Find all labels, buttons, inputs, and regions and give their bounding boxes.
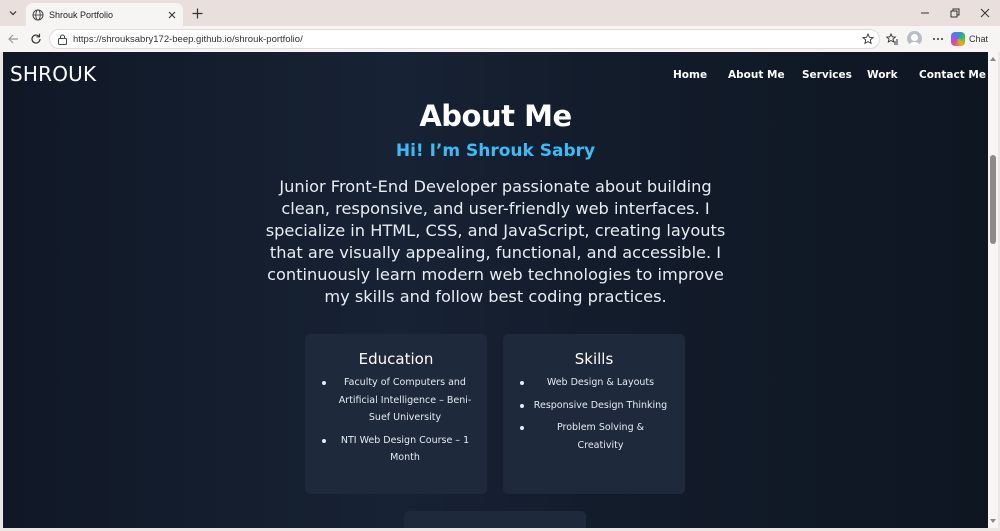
favorites-icon [885,32,898,44]
profile-avatar[interactable] [907,31,922,46]
star-icon [862,33,874,45]
back-button[interactable] [5,31,21,47]
copilot-chat-button[interactable]: Chat [951,30,988,48]
close-window-button[interactable] [976,4,994,22]
restore-icon [950,8,960,18]
minimize-icon [921,12,929,14]
browser-tab[interactable]: Shrouk Portfolio [26,3,183,26]
more-icon [933,38,943,40]
tab-close-button[interactable] [165,8,179,22]
new-tab-button[interactable] [189,5,205,21]
chevron-down-icon [9,11,17,16]
skills-list: Web Design & Layouts Responsive Design T… [520,374,668,459]
tab-title: Shrouk Portfolio [49,9,114,20]
tab-list-button[interactable] [4,4,22,22]
restore-button[interactable] [946,4,964,22]
section-heading: About Me [419,99,572,133]
copilot-label: Chat [969,34,989,44]
browser-toolbar: https://shrouksabry172-beep.github.io/sh… [0,26,1000,52]
list-item: Responsive Design Thinking [520,397,668,415]
education-title: Education [358,350,434,368]
caret-up-icon [990,57,996,61]
globe-icon [32,9,44,21]
plus-icon [192,8,202,18]
favorites-button[interactable] [884,31,900,47]
reload-icon [31,33,41,44]
scroll-up-arrow[interactable] [990,56,996,62]
nav-link-about-me[interactable]: About Me [728,69,785,81]
nav-link-work[interactable]: Work [867,69,898,81]
scroll-down-arrow[interactable] [990,518,996,524]
reload-button[interactable] [28,31,44,47]
list-item: Web Design & Layouts [520,374,668,392]
copilot-icon [951,32,965,46]
partial-card [404,511,586,528]
education-card: Education Faculty of Computers and Artif… [305,334,487,494]
skills-title: Skills [574,350,614,368]
caret-down-icon [990,519,996,523]
minimize-button[interactable] [916,4,934,22]
nav-link-home[interactable]: Home [673,69,707,81]
nav-link-contact-me[interactable]: Contact Me [919,69,986,81]
favorite-star-button[interactable] [861,32,875,46]
close-icon [168,11,176,18]
list-item: Problem Solving & Creativity [520,419,668,454]
list-item: NTI Web Design Course – 1 Month [322,432,475,467]
intro-paragraph: Junior Front-End Developer passionate ab… [265,177,726,306]
education-list: Faculty of Computers and Artificial Inte… [322,374,475,472]
greeting-subheading: Hi! I’m Shrouk Sabry [395,141,596,161]
skills-card: Skills Web Design & Layouts Responsive D… [503,334,685,494]
url-text[interactable]: https://shrouksabry172-beep.github.io/sh… [73,34,303,45]
page-viewport: SHROUK Home About Me Services Work Conta… [3,52,988,528]
address-bar[interactable]: https://shrouksabry172-beep.github.io/sh… [49,29,880,49]
nav-link-services[interactable]: Services [802,69,852,81]
site-logo[interactable]: SHROUK [10,62,96,86]
vertical-scrollbar[interactable] [988,52,998,528]
close-icon [980,8,990,18]
scrollbar-thumb[interactable] [990,155,996,244]
list-item: Faculty of Computers and Artificial Inte… [322,374,475,427]
arrow-left-icon [8,34,18,44]
site-info-icon[interactable] [56,33,68,45]
more-options-button[interactable] [930,31,946,47]
tab-strip: Shrouk Portfolio [0,0,1000,26]
